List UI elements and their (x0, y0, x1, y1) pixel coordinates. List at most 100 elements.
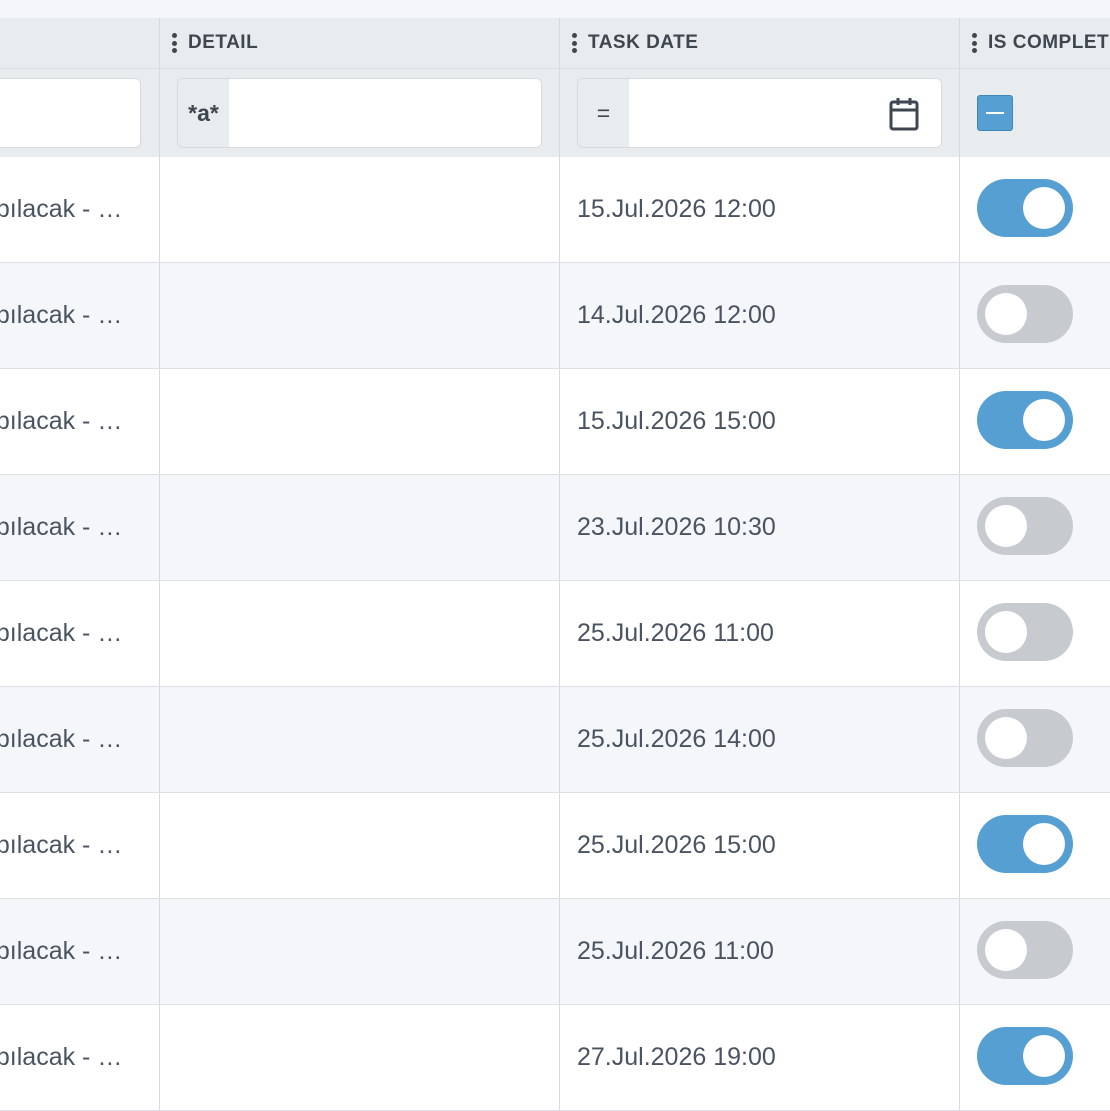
detail-cell[interactable] (159, 581, 559, 686)
title-text: apılacak - … (0, 407, 123, 435)
task-date-text: 25.Jul.2026 14:00 (577, 725, 776, 753)
header-label-detail: DETAIL (188, 32, 259, 53)
calendar-icon[interactable] (889, 97, 919, 136)
is-completed-toggle[interactable] (977, 709, 1073, 767)
title-filter-input[interactable] (0, 79, 140, 147)
toggle-knob (985, 293, 1027, 335)
table-row[interactable]: apılacak - … 23.Jul.2026 10:30 (0, 475, 1110, 581)
is-completed-toggle[interactable] (977, 285, 1073, 343)
task-date-cell[interactable]: 25.Jul.2026 15:00 (559, 793, 959, 898)
task-date-text: 25.Jul.2026 11:00 (577, 937, 774, 965)
task-date-text: 25.Jul.2026 15:00 (577, 831, 776, 859)
is-completed-cell (959, 581, 1110, 686)
grid-body: apılacak - …15.Jul.2026 12:00apılacak - … (0, 157, 1110, 1111)
is-completed-cell (959, 369, 1110, 474)
column-menu-icon[interactable] (172, 33, 178, 53)
detail-cell[interactable] (159, 899, 559, 1004)
task-date-filter[interactable]: = (577, 78, 942, 148)
task-date-text: 25.Jul.2026 11:00 (577, 619, 774, 647)
table-row[interactable]: apılacak - … 25.Jul.2026 15:00 (0, 793, 1110, 899)
is-completed-toggle[interactable] (977, 921, 1073, 979)
title-cell[interactable]: apılacak - … (0, 369, 159, 474)
title-text: apılacak - … (0, 725, 123, 753)
filter-operator-button[interactable]: *a* (178, 79, 229, 147)
task-date-text: 14.Jul.2026 12:00 (577, 301, 776, 329)
title-cell[interactable]: apılacak - … (0, 793, 159, 898)
title-text: apılacak - … (0, 513, 123, 541)
is-completed-cell (959, 793, 1110, 898)
data-grid: DETAIL TASK DATE IS COMPLET *a* = pılaca… (0, 18, 1110, 1111)
is-completed-filter-checkbox[interactable] (977, 95, 1013, 131)
task-date-cell[interactable]: 27.Jul.2026 19:00 (559, 1005, 959, 1110)
detail-cell[interactable] (159, 475, 559, 580)
title-text: apılacak - … (0, 619, 123, 647)
is-completed-toggle[interactable] (977, 815, 1073, 873)
header-cell-task-date[interactable]: TASK DATE (559, 18, 959, 68)
task-date-text: 15.Jul.2026 12:00 (577, 195, 776, 223)
is-completed-cell (959, 899, 1110, 1004)
title-cell[interactable]: apılacak - … (0, 581, 159, 686)
detail-cell[interactable] (159, 1005, 559, 1110)
title-cell[interactable]: apılacak - … (0, 899, 159, 1004)
detail-cell[interactable] (159, 263, 559, 368)
column-menu-icon[interactable] (972, 33, 978, 53)
is-completed-cell (959, 157, 1110, 262)
table-row[interactable]: apılacak - … 27.Jul.2026 19:00 (0, 1005, 1110, 1111)
task-date-cell[interactable]: 25.Jul.2026 11:00 (559, 899, 959, 1004)
toggle-knob (1023, 399, 1065, 441)
title-cell[interactable]: apılacak - … (0, 157, 159, 262)
toggle-knob (1023, 823, 1065, 865)
title-text: apılacak - … (0, 301, 123, 329)
is-completed-cell (959, 475, 1110, 580)
table-row[interactable]: apılacak - … 25.Jul.2026 11:00 (0, 581, 1110, 687)
is-completed-toggle[interactable] (977, 1027, 1073, 1085)
detail-cell[interactable] (159, 687, 559, 792)
task-date-cell[interactable]: 15.Jul.2026 15:00 (559, 369, 959, 474)
header-cell-detail[interactable]: DETAIL (159, 18, 559, 68)
table-row[interactable]: apılacak - … 25.Jul.2026 14:00 (0, 687, 1110, 793)
title-filter[interactable] (0, 78, 141, 148)
toggle-knob (985, 929, 1027, 971)
is-completed-toggle[interactable] (977, 391, 1073, 449)
title-text: apılacak - … (0, 1043, 123, 1071)
task-date-cell[interactable]: 14.Jul.2026 12:00 (559, 263, 959, 368)
task-date-cell[interactable]: 15.Jul.2026 12:00 (559, 157, 959, 262)
filter-operator-button[interactable]: = (578, 79, 629, 147)
detail-filter-input[interactable] (229, 79, 541, 147)
task-date-cell[interactable]: 25.Jul.2026 11:00 (559, 581, 959, 686)
is-completed-toggle[interactable] (977, 497, 1073, 555)
header-cell-is-completed[interactable]: IS COMPLET (959, 18, 1110, 68)
title-cell[interactable]: apılacak - … (0, 687, 159, 792)
toggle-knob (985, 505, 1027, 547)
detail-cell[interactable] (159, 157, 559, 262)
detail-cell[interactable] (159, 793, 559, 898)
task-date-text: 27.Jul.2026 19:00 (577, 1043, 776, 1071)
header-row: DETAIL TASK DATE IS COMPLET (0, 18, 1110, 69)
toggle-knob (985, 611, 1027, 653)
title-text: apılacak - … (0, 195, 123, 223)
title-cell[interactable]: apılacak - … (0, 263, 159, 368)
table-row[interactable]: apılacak - … 14.Jul.2026 12:00 (0, 263, 1110, 369)
detail-cell[interactable] (159, 369, 559, 474)
header-label-task-date: TASK DATE (588, 32, 699, 53)
top-strip (0, 0, 1110, 19)
task-date-cell[interactable]: 25.Jul.2026 14:00 (559, 687, 959, 792)
title-cell[interactable]: apılacak - … (0, 475, 159, 580)
toggle-knob (985, 717, 1027, 759)
title-text: apılacak - … (0, 831, 123, 859)
table-row[interactable]: apılacak - … 15.Jul.2026 15:00 (0, 369, 1110, 475)
is-completed-toggle[interactable] (977, 603, 1073, 661)
task-date-text: 23.Jul.2026 10:30 (577, 513, 776, 541)
header-label-is-completed: IS COMPLET (988, 32, 1110, 53)
is-completed-cell (959, 263, 1110, 368)
title-cell[interactable]: apılacak - … (0, 1005, 159, 1110)
table-row[interactable]: apılacak - … 25.Jul.2026 11:00 (0, 899, 1110, 1005)
table-row[interactable]: apılacak - … 15.Jul.2026 12:00 (0, 157, 1110, 263)
column-menu-icon[interactable] (572, 33, 578, 53)
detail-filter[interactable]: *a* (177, 78, 542, 148)
task-date-cell[interactable]: 23.Jul.2026 10:30 (559, 475, 959, 580)
toggle-knob (1023, 187, 1065, 229)
is-completed-toggle[interactable] (977, 179, 1073, 237)
header-cell-title[interactable] (0, 18, 159, 68)
title-text: apılacak - … (0, 937, 123, 965)
